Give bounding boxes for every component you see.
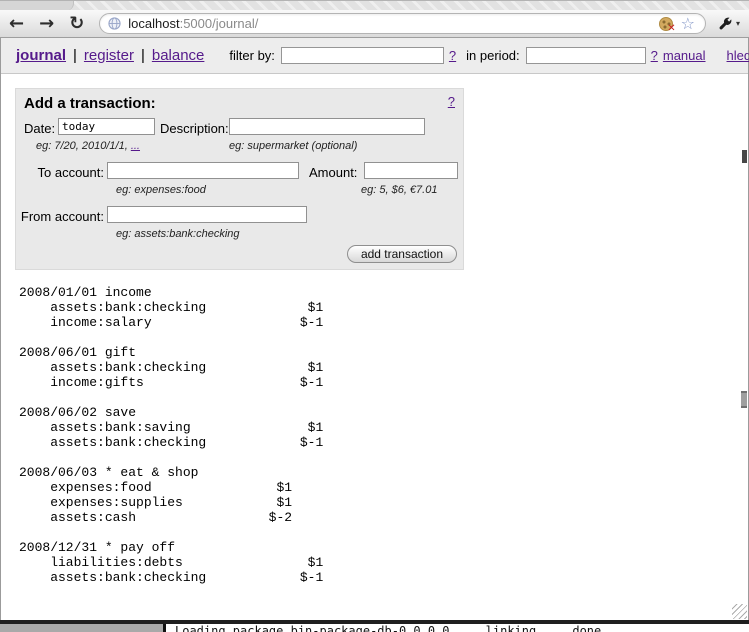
filter-help-link[interactable]: ? bbox=[449, 48, 456, 63]
manual-link[interactable]: manual bbox=[663, 48, 706, 63]
forward-icon[interactable]: → bbox=[39, 15, 54, 33]
browser-toolbar: ← → ↻ localhost:5000/journal/ ✕ ☆ ▾ bbox=[0, 10, 749, 38]
date-label: Date: bbox=[24, 121, 55, 136]
amount-hint: eg: 5, $6, €7.01 bbox=[361, 184, 437, 196]
filter-input[interactable] bbox=[281, 47, 444, 64]
wrench-icon bbox=[717, 16, 733, 32]
scrollbar-marker bbox=[742, 150, 747, 163]
add-transaction-button[interactable]: add transaction bbox=[347, 245, 457, 263]
nav-link-balance[interactable]: balance bbox=[152, 47, 205, 64]
amount-input[interactable] bbox=[364, 162, 458, 179]
add-transaction-title: Add a transaction: bbox=[24, 95, 156, 112]
to-account-input[interactable] bbox=[107, 162, 299, 179]
page-content: journal | register | balance filter by: … bbox=[0, 38, 749, 620]
to-account-hint: eg: expenses:food bbox=[116, 184, 206, 196]
url-text[interactable]: localhost:5000/journal/ bbox=[128, 16, 258, 31]
back-icon[interactable]: ← bbox=[9, 15, 24, 33]
nav-separator: | bbox=[141, 47, 145, 64]
chevron-down-icon: ▾ bbox=[736, 19, 740, 28]
tab-strip bbox=[0, 0, 749, 10]
amount-label: Amount: bbox=[309, 165, 357, 180]
navbar: journal | register | balance filter by: … bbox=[1, 38, 748, 74]
url-path: :5000/journal/ bbox=[180, 16, 259, 31]
settings-menu-button[interactable]: ▾ bbox=[717, 16, 740, 32]
nav-right-links: manual hledger.org bbox=[663, 48, 749, 63]
filter-by-label: filter by: bbox=[229, 48, 275, 63]
reload-icon[interactable]: ↻ bbox=[69, 15, 84, 33]
terminal-output: Loading package bin-package-db-0.0.0.0 .… bbox=[175, 624, 608, 632]
browser-window: ← → ↻ localhost:5000/journal/ ✕ ☆ ▾ jour… bbox=[0, 0, 749, 632]
hledger-org-link[interactable]: hledger.org bbox=[727, 48, 749, 63]
address-bar[interactable]: localhost:5000/journal/ ✕ ☆ bbox=[99, 13, 706, 34]
terminal-window: Loading package bin-package-db-0.0.0.0 .… bbox=[163, 624, 749, 632]
date-hint-text: eg: 7/20, 2010/1/1, bbox=[36, 140, 131, 152]
from-account-label: From account: bbox=[16, 209, 104, 224]
url-host: localhost bbox=[128, 16, 179, 31]
nav-separator: | bbox=[73, 47, 77, 64]
blocked-x-icon: ✕ bbox=[667, 23, 675, 34]
in-period-label: in period: bbox=[466, 48, 519, 63]
from-account-hint: eg: assets:bank:checking bbox=[116, 228, 240, 240]
scrollbar-thumb[interactable] bbox=[741, 391, 747, 408]
date-hint-more-link[interactable]: ... bbox=[131, 140, 140, 152]
period-help-link[interactable]: ? bbox=[651, 48, 658, 63]
description-input[interactable] bbox=[229, 118, 425, 135]
cookie-blocked-icon[interactable]: ✕ bbox=[659, 17, 673, 31]
bookmark-star-icon[interactable]: ☆ bbox=[681, 16, 695, 32]
globe-icon bbox=[108, 17, 121, 30]
period-input[interactable] bbox=[526, 47, 646, 64]
description-label: Description: bbox=[160, 121, 229, 136]
desktop-strip: Loading package bin-package-db-0.0.0.0 .… bbox=[0, 624, 749, 632]
description-hint: eg: supermarket (optional) bbox=[229, 140, 357, 152]
resize-grip-icon[interactable] bbox=[732, 604, 747, 619]
date-input[interactable] bbox=[58, 118, 155, 135]
journal-listing: 2008/01/01 income assets:bank:checking $… bbox=[19, 285, 323, 585]
date-hint: eg: 7/20, 2010/1/1, ... bbox=[36, 140, 140, 152]
add-form-help-link[interactable]: ? bbox=[448, 94, 455, 109]
nav-link-journal[interactable]: journal bbox=[16, 47, 66, 64]
from-account-input[interactable] bbox=[107, 206, 307, 223]
nav-link-register[interactable]: register bbox=[84, 47, 134, 64]
to-account-label: To account: bbox=[24, 165, 104, 180]
add-transaction-form: Add a transaction: ? Date: Description: … bbox=[15, 88, 464, 270]
